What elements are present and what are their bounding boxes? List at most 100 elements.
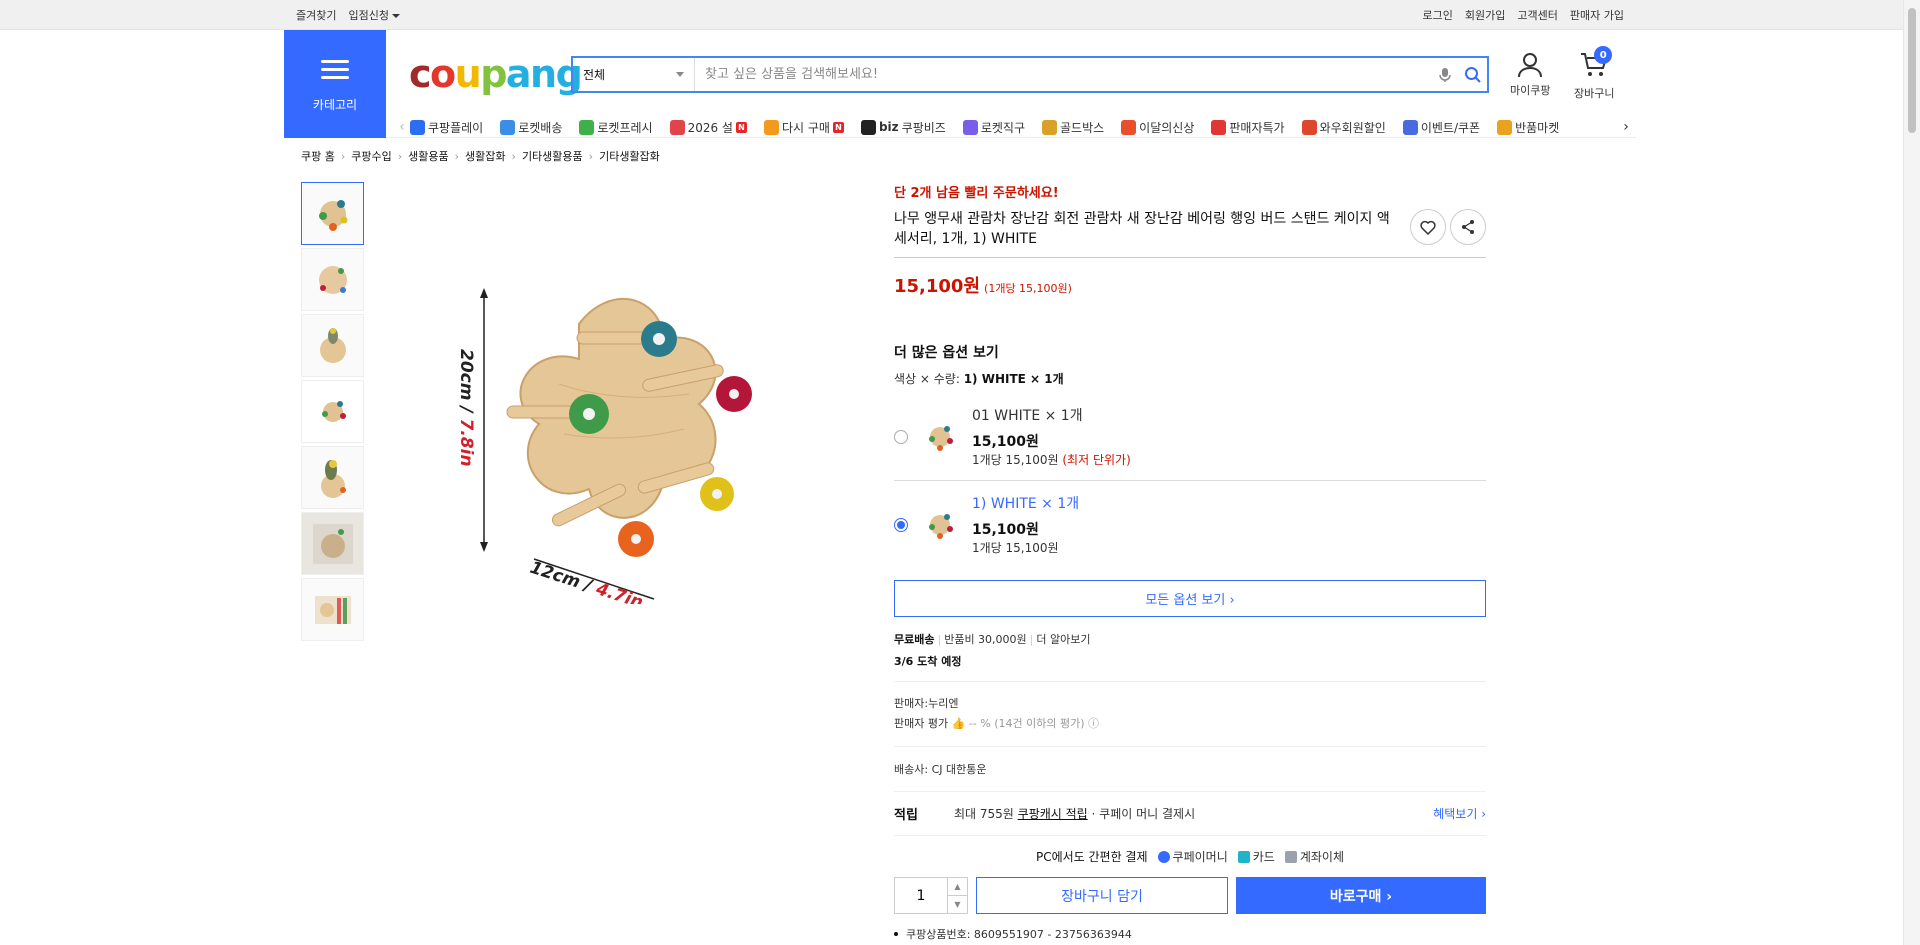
product-title: 나무 앵무새 관람차 장난감 회전 관람차 새 장난감 베어링 행잉 버드 스탠… bbox=[894, 211, 1390, 247]
search-icon[interactable] bbox=[1459, 58, 1487, 91]
bank-transfer-method: 계좌이체 bbox=[1284, 848, 1344, 865]
breadcrumb-item[interactable]: 생활용품 bbox=[408, 148, 448, 164]
quantity-decrease-button[interactable]: ▼ bbox=[948, 896, 967, 913]
coupay-icon bbox=[1157, 851, 1170, 863]
search-input[interactable] bbox=[695, 58, 1431, 91]
reward-row: 적립 최대 755원 쿠팡캐시 적립 · 쿠페이 머니 결제시 혜택보기 › bbox=[894, 792, 1486, 836]
breadcrumb-separator-icon: › bbox=[511, 149, 516, 163]
cart-label: 장바구니 bbox=[1574, 87, 1615, 100]
shortcut-icon bbox=[579, 119, 595, 135]
cart-count-badge: 0 bbox=[1594, 46, 1613, 64]
wishlist-button[interactable] bbox=[1410, 209, 1446, 245]
breadcrumb-item[interactable]: 기타생활잡화 bbox=[599, 148, 660, 164]
shortcut-label: 로켓직구 bbox=[980, 120, 1025, 135]
carrier-info: 배송사: CJ 대한통운 bbox=[894, 747, 1486, 792]
buy-now-button[interactable]: 바로구매 › bbox=[1236, 877, 1486, 914]
thumbnail-5[interactable] bbox=[301, 446, 364, 509]
search-category-select[interactable]: 전체 bbox=[573, 58, 695, 91]
shortcut-prev-arrow[interactable]: ‹ bbox=[394, 119, 410, 135]
thumbnail-1[interactable] bbox=[301, 182, 364, 245]
bank-icon bbox=[1284, 851, 1297, 863]
shortcut-item[interactable]: 판매자특가 bbox=[1211, 119, 1285, 136]
product-info-panel: 단 2개 남음 빨리 주문하세요! 나무 앵무새 관람차 장난감 회전 관람차 … bbox=[894, 182, 1486, 942]
bookmark-link[interactable]: 즐겨찾기 bbox=[296, 7, 336, 23]
breadcrumb-separator-icon: › bbox=[454, 149, 460, 163]
thumbnail-6[interactable] bbox=[301, 512, 364, 575]
shortcut-label: 다시 구매 bbox=[781, 120, 830, 135]
shortcut-label: 반품마켓 bbox=[1515, 120, 1560, 135]
shortcut-item[interactable]: 이벤트/쿠폰 bbox=[1402, 119, 1481, 136]
scrollbar-thumb[interactable] bbox=[1908, 8, 1916, 133]
quantity-increase-button[interactable]: ▲ bbox=[948, 878, 967, 896]
shortcut-icon bbox=[1121, 119, 1137, 135]
shortcut-item[interactable]: 이달의신상 bbox=[1121, 119, 1194, 136]
card-icon bbox=[1237, 851, 1250, 863]
thumbnail-3[interactable] bbox=[301, 314, 364, 377]
shortcut-label: 골드박스 bbox=[1060, 120, 1105, 135]
shortcut-item[interactable]: 2026 설N bbox=[669, 119, 747, 136]
shortcut-icon bbox=[860, 119, 876, 135]
carrier-name: CJ 대한통운 bbox=[931, 763, 987, 776]
thumbnail-7[interactable] bbox=[301, 578, 364, 641]
shortcut-next-arrow[interactable]: › bbox=[1618, 119, 1634, 135]
category-menu-button[interactable]: 카테고리 bbox=[284, 30, 386, 138]
payment-lead: PC에서도 간편한 결제 bbox=[1035, 850, 1148, 864]
customer-center-link[interactable]: 고객센터 bbox=[1517, 7, 1557, 23]
shortcut-list: 쿠팡플레이 로켓배송 로켓프레시 2026 설 N 다시 구매 Nbiz 쿠팡비즈 로켓직구 골드… bbox=[410, 119, 1618, 136]
option-price: 15,100원 bbox=[972, 434, 1039, 450]
option-item[interactable]: 01 WHITE × 1개 15,100원 1개당 15,100원 (최저 단위… bbox=[894, 393, 1486, 481]
seller-name-link[interactable]: 누리엔 bbox=[928, 697, 958, 710]
page-scrollbar[interactable] bbox=[1903, 0, 1920, 945]
shortcut-label: 이벤트/쿠폰 bbox=[1420, 120, 1481, 135]
shortcut-item[interactable]: biz 쿠팡비즈 bbox=[860, 119, 946, 136]
info-icon[interactable]: ⓘ bbox=[1088, 717, 1099, 730]
coupang-logo[interactable]: coupang bbox=[409, 52, 583, 96]
login-link[interactable]: 로그인 bbox=[1423, 7, 1453, 23]
breadcrumb-item[interactable]: 쿠팡수입 bbox=[351, 148, 391, 164]
unit-price: (1개당 15,100원) bbox=[984, 282, 1072, 295]
cart-button[interactable]: 0 장바구니 bbox=[1574, 46, 1615, 101]
shortcut-item[interactable]: 로켓직구 bbox=[962, 119, 1025, 136]
quantity-input[interactable] bbox=[895, 887, 947, 904]
shortcut-item[interactable]: 로켓배송 bbox=[500, 119, 562, 136]
coupang-cash-link[interactable]: 쿠팡캐시 적립 bbox=[1018, 807, 1088, 821]
option-thumbnail bbox=[920, 505, 960, 545]
shipping-info: 무료배송 | 반품비 30,000원 | 더 알아보기 3/6 도착 예정 bbox=[894, 631, 1486, 682]
shortcut-prefix: biz bbox=[878, 120, 899, 134]
signup-link[interactable]: 회원가입 bbox=[1465, 7, 1505, 23]
thumbs-up-icon: 👍 bbox=[951, 717, 966, 730]
view-all-options-button[interactable]: 모든 옵션 보기 › bbox=[894, 580, 1486, 617]
learn-more-link[interactable]: 더 알아보기 bbox=[1036, 633, 1090, 646]
share-button[interactable] bbox=[1450, 209, 1486, 245]
shortcut-icon bbox=[962, 119, 978, 135]
option-radio-selected[interactable] bbox=[894, 517, 908, 532]
option-radio[interactable] bbox=[894, 429, 908, 444]
shortcut-icon bbox=[669, 119, 685, 135]
shortcut-item[interactable]: 와우회원할인 bbox=[1301, 119, 1386, 136]
shortcut-item[interactable]: 골드박스 bbox=[1042, 119, 1104, 136]
shortcut-item[interactable]: 다시 구매 N bbox=[763, 119, 844, 136]
shortcut-item[interactable]: 반품마켓 bbox=[1497, 119, 1559, 136]
seller-rating-value: -- % (14건 이하의 평가) bbox=[968, 717, 1085, 730]
image-width-label: 12cm / bbox=[527, 558, 599, 598]
thumbnail-list bbox=[301, 182, 364, 641]
new-badge: N bbox=[735, 121, 747, 133]
main-product-image[interactable]: 20cm / 7.8in 12cm / 4.7in bbox=[456, 254, 859, 613]
breadcrumb-item[interactable]: 생활잡화 bbox=[465, 148, 505, 164]
seller-signup-link[interactable]: 판매자 가입 bbox=[1570, 7, 1624, 23]
view-benefits-link[interactable]: 혜택보기 › bbox=[1433, 805, 1486, 822]
my-coupang-button[interactable]: 마이쿠팡 bbox=[1510, 52, 1550, 98]
sale-price: 15,100원 bbox=[894, 276, 981, 297]
thumbnail-4[interactable] bbox=[301, 380, 364, 443]
seller-apply-link[interactable]: 입점신청 bbox=[348, 7, 400, 23]
shortcut-label: 와우회원할인 bbox=[1319, 120, 1386, 135]
microphone-icon[interactable] bbox=[1431, 58, 1459, 91]
breadcrumb-item[interactable]: 기타생활용품 bbox=[522, 148, 583, 164]
shortcut-item[interactable]: 로켓프레시 bbox=[579, 119, 653, 136]
option-item-selected[interactable]: 1) WHITE × 1개 15,100원 1개당 15,100원 bbox=[894, 481, 1486, 568]
shortcut-item[interactable]: 쿠팡플레이 bbox=[410, 119, 483, 136]
thumbnail-2[interactable] bbox=[301, 248, 364, 311]
arrival-date: 3/6 도착 예정 bbox=[894, 655, 962, 668]
breadcrumb-item[interactable]: 쿠팡 홈 bbox=[301, 148, 335, 164]
add-to-cart-button[interactable]: 장바구니 담기 bbox=[976, 877, 1228, 914]
